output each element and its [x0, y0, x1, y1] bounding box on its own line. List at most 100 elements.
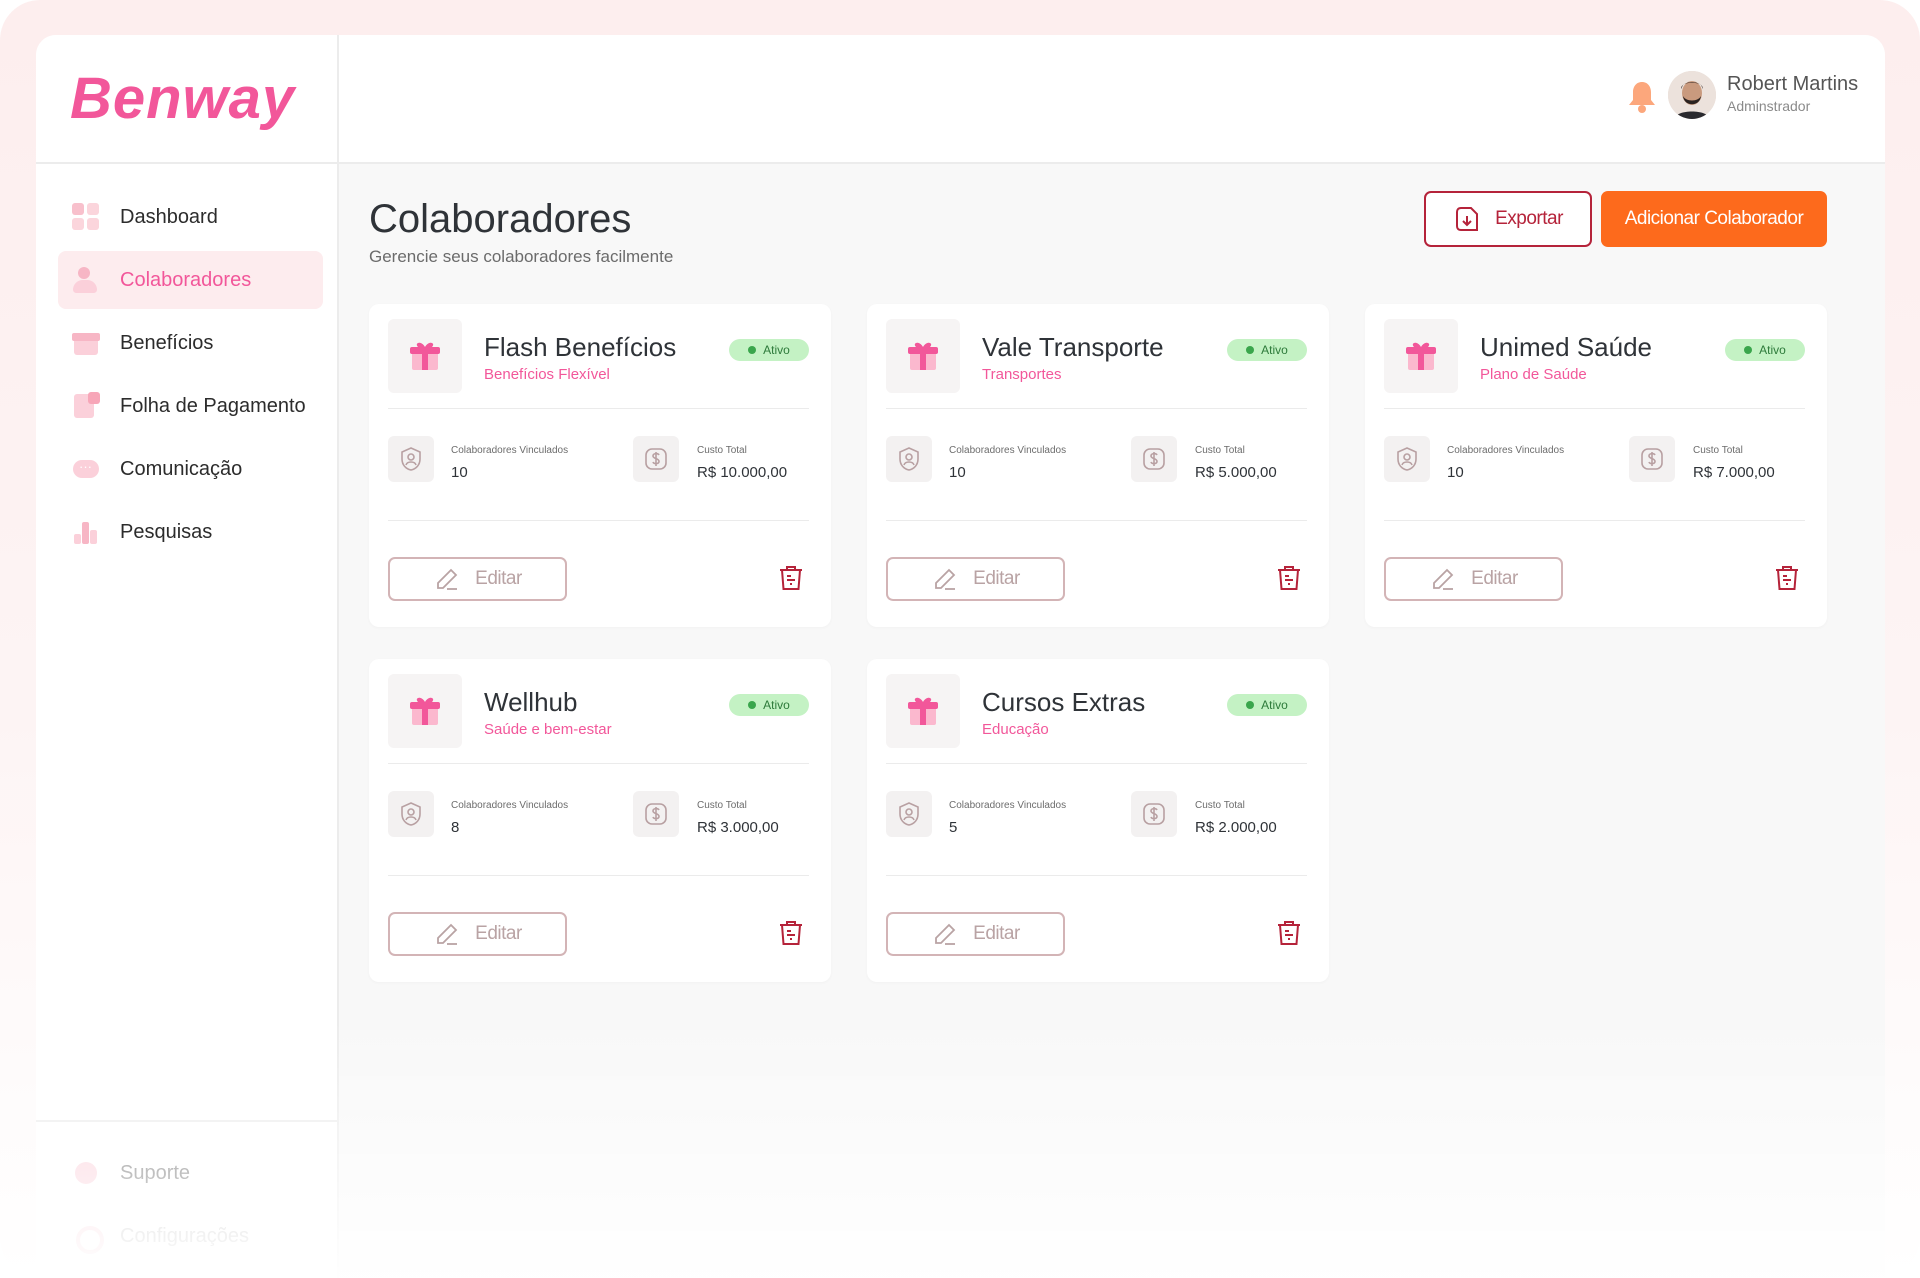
edit-label: Editar	[973, 923, 1020, 944]
sidebar-bottom: Suporte Configurações	[36, 1120, 337, 1270]
pencil-icon	[433, 920, 461, 948]
status-badge: Ativo	[1227, 694, 1307, 716]
linked-label: Colaboradores Vinculados	[1447, 445, 1565, 456]
sidebar-item-configuracoes[interactable]: Configurações	[58, 1207, 323, 1265]
trash-icon[interactable]	[1271, 915, 1307, 951]
linked-label: Colaboradores Vinculados	[949, 800, 1067, 811]
user-shield-icon	[388, 791, 434, 837]
users-icon	[72, 266, 100, 294]
linked-label: Colaboradores Vinculados	[451, 445, 569, 456]
export-button[interactable]: Exportar	[1424, 191, 1592, 247]
dollar-icon	[633, 791, 679, 837]
card-divider	[886, 408, 1307, 409]
sidebar-item-dashboard[interactable]: Dashboard	[58, 188, 323, 246]
add-collaborator-button[interactable]: Adicionar Colaborador	[1601, 191, 1827, 247]
dashboard-icon	[72, 203, 100, 231]
trash-icon[interactable]	[773, 915, 809, 951]
edit-button[interactable]: Editar	[886, 912, 1065, 956]
payroll-icon	[72, 392, 100, 420]
linked-label: Colaboradores Vinculados	[949, 445, 1067, 456]
card-divider	[886, 763, 1307, 764]
status-badge: Ativo	[729, 694, 809, 716]
benefit-name: Cursos Extras	[982, 687, 1146, 717]
pencil-icon	[433, 565, 461, 593]
trash-icon[interactable]	[1271, 560, 1307, 596]
edit-button[interactable]: Editar	[1384, 557, 1563, 601]
user-shield-icon	[388, 436, 434, 482]
pencil-icon	[931, 565, 959, 593]
status-label: Ativo	[1261, 698, 1288, 712]
status-badge: Ativo	[1227, 339, 1307, 361]
benefit-card-unimed-saude: Unimed Saúde Plano de Saúde Ativo Colabo…	[1365, 304, 1827, 627]
benefit-name: Vale Transporte	[982, 332, 1164, 362]
cost-label: Custo Total	[1693, 445, 1743, 456]
benefit-category: Saúde e bem-estar	[484, 721, 612, 738]
status-dot-icon	[1246, 346, 1255, 354]
benefit-category: Educação	[982, 721, 1049, 738]
export-icon	[1453, 205, 1481, 233]
benway-logo[interactable]: Benway	[70, 65, 295, 132]
trash-icon[interactable]	[1769, 560, 1805, 596]
dollar-icon	[1131, 436, 1177, 482]
pencil-icon	[1429, 565, 1457, 593]
cost-value: R$ 3.000,00	[697, 819, 779, 836]
poll-icon	[72, 518, 100, 546]
dollar-icon	[1131, 791, 1177, 837]
gift-icon	[388, 674, 462, 748]
benefit-category: Plano de Saúde	[1480, 366, 1587, 383]
linked-count: 5	[949, 819, 958, 836]
gift-icon	[388, 319, 462, 393]
sidebar-item-colaboradores[interactable]: Colaboradores	[58, 251, 323, 309]
app-window: Benway Dashboard Colaboradores Benefício…	[36, 35, 1885, 1278]
user-shield-icon	[886, 791, 932, 837]
page-title: Colaboradores	[369, 197, 632, 241]
bell-icon[interactable]	[1627, 80, 1657, 114]
sidebar-item-pesquisas[interactable]: Pesquisas	[58, 503, 323, 561]
cost-label: Custo Total	[1195, 800, 1245, 811]
status-badge: Ativo	[729, 339, 809, 361]
dollar-icon	[633, 436, 679, 482]
benefit-card-flash: Flash Benefícios Benefícios Flexível Ati…	[369, 304, 831, 627]
edit-label: Editar	[973, 568, 1020, 589]
sidebar-nav: Dashboard Colaboradores Benefícios Folha…	[36, 164, 337, 561]
sidebar-item-label: Suporte	[120, 1161, 191, 1184]
sidebar-item-comunicacao[interactable]: Comunicação	[58, 440, 323, 498]
status-dot-icon	[1744, 346, 1753, 354]
trash-icon[interactable]	[773, 560, 809, 596]
benefit-name: Wellhub	[484, 687, 578, 717]
benefit-category: Transportes	[982, 366, 1062, 383]
cost-label: Custo Total	[697, 800, 747, 811]
card-divider	[886, 875, 1307, 876]
avatar[interactable]	[1668, 71, 1716, 119]
benefit-category: Benefícios Flexível	[484, 366, 610, 383]
sidebar-item-folha-de-pagamento[interactable]: Folha de Pagamento	[58, 377, 323, 435]
sidebar: Benway Dashboard Colaboradores Benefício…	[36, 35, 339, 1278]
benefit-card-vale-transporte: Vale Transporte Transportes Ativo Colabo…	[867, 304, 1329, 627]
status-dot-icon	[748, 701, 757, 709]
gift-icon	[886, 674, 960, 748]
cost-value: R$ 2.000,00	[1195, 819, 1277, 836]
edit-button[interactable]: Editar	[388, 557, 567, 601]
cost-value: R$ 7.000,00	[1693, 464, 1775, 481]
logo-area: Benway	[36, 35, 337, 164]
edit-button[interactable]: Editar	[388, 912, 567, 956]
status-label: Ativo	[1759, 343, 1786, 357]
linked-label: Colaboradores Vinculados	[451, 800, 569, 811]
edit-label: Editar	[475, 923, 522, 944]
sidebar-item-label: Comunicação	[120, 457, 243, 480]
sidebar-item-label: Colaboradores	[120, 268, 252, 291]
card-divider	[388, 408, 809, 409]
sidebar-item-suporte[interactable]: Suporte	[58, 1144, 323, 1202]
edit-label: Editar	[1471, 568, 1518, 589]
dollar-icon	[1629, 436, 1675, 482]
user-shield-icon	[1384, 436, 1430, 482]
main-content: Colaboradores Gerencie seus colaboradore…	[339, 164, 1885, 1278]
benefit-card-wellhub: Wellhub Saúde e bem-estar Ativo Colabora…	[369, 659, 831, 982]
user-name: Robert Martins	[1727, 73, 1859, 95]
edit-button[interactable]: Editar	[886, 557, 1065, 601]
sidebar-item-beneficios[interactable]: Benefícios	[58, 314, 323, 372]
gift-icon	[886, 319, 960, 393]
user-shield-icon	[886, 436, 932, 482]
edit-label: Editar	[475, 568, 522, 589]
card-divider	[1384, 408, 1805, 409]
